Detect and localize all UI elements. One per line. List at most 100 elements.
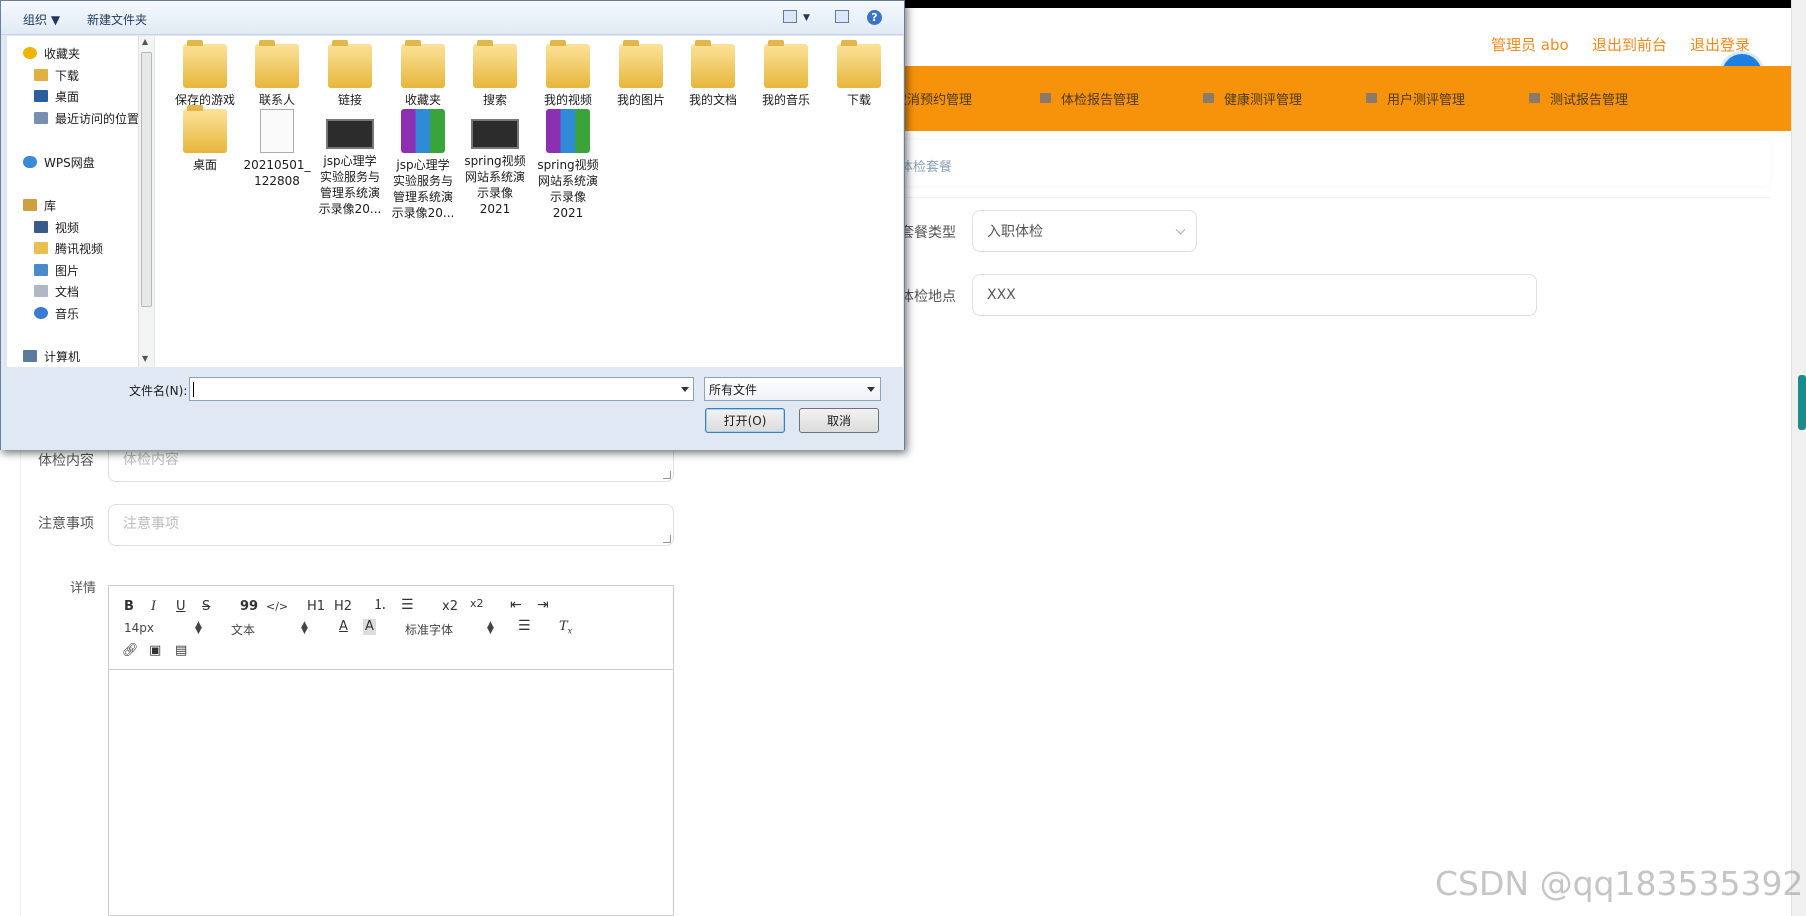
file-item[interactable]: 桌面 — [169, 105, 241, 173]
file-item[interactable]: 20210501_ 122808 — [241, 109, 313, 189]
video-icon[interactable]: ▤ — [175, 643, 187, 659]
resize-grip-icon[interactable] — [663, 535, 671, 543]
file-item[interactable]: 搜索 — [459, 40, 531, 108]
align-icon[interactable]: ☰ — [518, 618, 531, 634]
content-label: 体检内容 — [38, 453, 94, 469]
bold-button[interactable]: B — [124, 599, 134, 615]
filename-label: 文件名(N): — [129, 384, 188, 398]
strikethrough-button[interactable]: S — [202, 599, 210, 615]
text-style-select[interactable]: 文本 — [231, 621, 255, 638]
folder-icon — [183, 105, 227, 153]
nav-favorites[interactable]: 收藏夹 — [23, 44, 80, 62]
location-input[interactable]: XXX — [972, 274, 1537, 316]
file-item[interactable]: 保存的游戏 — [169, 40, 241, 108]
view-mode-icon[interactable] — [783, 10, 797, 23]
file-item[interactable]: 联系人 — [241, 40, 313, 108]
package-type-label: 套餐类型 — [900, 225, 956, 241]
blockquote-button[interactable]: 99 — [240, 599, 258, 615]
nav-wps-cloud[interactable]: WPS网盘 — [23, 153, 95, 171]
folder-icon — [837, 40, 881, 88]
heading1-button[interactable]: H1 — [307, 599, 325, 615]
nav-item-test-report[interactable]: 测试报告管理 — [1529, 88, 1628, 108]
nav-music[interactable]: 音乐 — [34, 304, 79, 322]
details-label: 详情 — [70, 581, 97, 596]
filename-input[interactable] — [189, 377, 694, 401]
file-item[interactable]: 链接 — [314, 40, 386, 108]
open-button[interactable]: 打开(O) — [705, 408, 785, 433]
nav-item-exam-report[interactable]: 体检报告管理 — [1040, 88, 1139, 108]
file-item[interactable]: jsp心理学 实验服务与 管理系统演 示录像20... — [314, 109, 386, 217]
image-icon[interactable]: ▣ — [149, 643, 161, 659]
scroll-down-icon[interactable]: ▼ — [142, 354, 148, 363]
indent-icon[interactable]: ⇥ — [537, 597, 549, 613]
preview-pane-icon[interactable] — [835, 10, 849, 23]
font-size-select-arrows-icon: ▲ ▼ — [195, 620, 202, 636]
text-cursor — [193, 382, 194, 397]
help-icon[interactable]: ? — [867, 10, 882, 25]
subscript-button[interactable]: x2 — [442, 599, 458, 615]
notes-label: 注意事项 — [38, 516, 94, 532]
watermark: CSDN @qq183535392 — [1435, 864, 1804, 903]
nav-libraries[interactable]: 库 — [23, 196, 56, 214]
new-folder-button[interactable]: 新建文件夹 — [87, 11, 147, 28]
audio-file-icon — [260, 109, 294, 153]
heading2-button[interactable]: H2 — [334, 599, 352, 615]
link-icon[interactable]: 🔗︎ — [122, 643, 139, 659]
file-item[interactable]: spring视频 网站系统演 示录像 2021 — [532, 109, 604, 221]
resize-grip-icon[interactable] — [663, 471, 671, 479]
nav-pictures[interactable]: 图片 — [34, 261, 79, 279]
nav-recent-places[interactable]: 最近访问的位置 — [34, 109, 139, 127]
background-color-icon[interactable]: A — [363, 619, 376, 635]
file-item[interactable]: 下载 — [823, 40, 895, 108]
editor-toolbar: B I U S 99 </> H1 H2 ⒈ ☰ x2 x2 ⇤ ⇥ 14px … — [109, 586, 673, 670]
italic-button[interactable]: I — [151, 599, 156, 615]
font-color-icon[interactable]: A — [339, 619, 348, 635]
file-item[interactable]: 我的视频 — [532, 40, 604, 108]
nav-computer[interactable]: 计算机 — [23, 347, 80, 365]
clipboard-icon — [1366, 93, 1377, 103]
breadcrumb[interactable]: 体检套餐 — [900, 156, 952, 175]
clear-format-icon[interactable]: Tx — [559, 619, 572, 640]
organize-button[interactable]: 组织 ▼ — [23, 11, 60, 28]
scroll-thumb[interactable] — [141, 52, 152, 307]
underline-button[interactable]: U — [176, 599, 186, 615]
file-item[interactable]: jsp心理学 实验服务与 管理系统演 示录像20... — [387, 109, 459, 221]
navigation-pane-scrollbar[interactable]: ▲ ▼ — [138, 36, 154, 367]
font-family-select[interactable]: 标准字体 — [405, 621, 453, 638]
scroll-side-tab[interactable] — [1798, 375, 1806, 430]
nav-desktop[interactable]: 桌面 — [34, 87, 79, 105]
back-to-front-link[interactable]: 退出到前台 — [1592, 34, 1667, 55]
filetype-select[interactable]: 所有文件 — [704, 377, 881, 401]
file-item[interactable]: 我的图片 — [605, 40, 677, 108]
bullet-list-icon[interactable]: ☰ — [401, 597, 414, 613]
nav-item-health-assessment[interactable]: 健康测评管理 — [1203, 88, 1302, 108]
nav-downloads[interactable]: 下载 — [34, 66, 79, 84]
file-item[interactable]: spring视频 网站系统演 示录像 2021 — [459, 109, 531, 217]
archive-file-icon — [546, 109, 590, 153]
chevron-down-icon[interactable] — [681, 387, 689, 392]
ordered-list-icon[interactable]: ⒈ — [373, 597, 387, 613]
outdent-icon[interactable]: ⇤ — [510, 597, 522, 613]
nav-documents[interactable]: 文档 — [34, 282, 79, 300]
folder-icon — [34, 242, 48, 254]
file-item[interactable]: 我的文档 — [677, 40, 749, 108]
font-size-select[interactable]: 14px — [124, 621, 154, 635]
nav-tencent-video[interactable]: 腾讯视频 — [34, 239, 103, 257]
folder-icon — [691, 40, 735, 88]
library-icon — [23, 199, 37, 211]
package-type-select[interactable]: 入职体检 — [972, 210, 1197, 252]
cancel-button[interactable]: 取消 — [799, 408, 879, 433]
code-block-button[interactable]: </> — [266, 599, 288, 615]
folder-icon — [183, 40, 227, 88]
nav-videos[interactable]: 视频 — [34, 218, 79, 236]
superscript-button[interactable]: x2 — [470, 596, 484, 612]
scroll-up-icon[interactable]: ▲ — [142, 37, 148, 46]
nav-item-cancel-appointment[interactable]: 取消预约管理 — [894, 88, 972, 108]
recent-places-icon — [34, 112, 48, 124]
notes-textarea[interactable]: 注意事项 — [108, 504, 674, 546]
file-item[interactable]: 我的音乐 — [750, 40, 822, 108]
view-dropdown-icon[interactable]: ▼ — [803, 13, 810, 23]
page-scrollbar[interactable] — [1791, 0, 1806, 916]
nav-item-user-assessment[interactable]: 用户测评管理 — [1366, 88, 1465, 108]
file-item[interactable]: 收藏夹 — [387, 40, 459, 108]
